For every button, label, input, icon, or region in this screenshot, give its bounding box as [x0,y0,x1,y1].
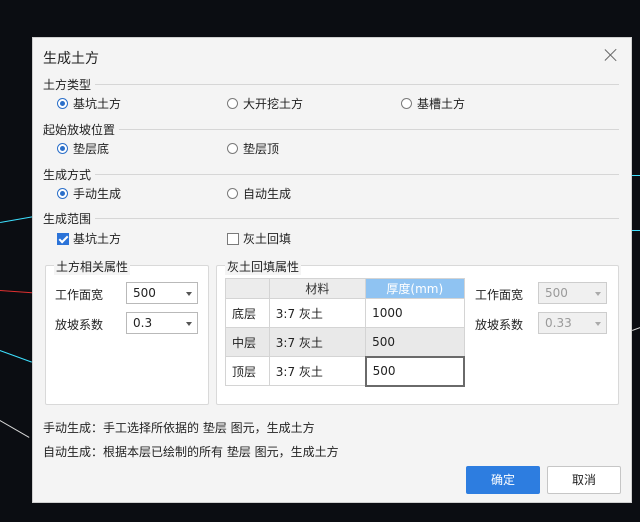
radio-cushion-bottom[interactable]: 垫层底 [57,140,109,157]
select-value: 500 [545,286,568,300]
table-header [225,278,270,299]
select-value: 0.3 [133,316,153,330]
checkbox-checked-icon [57,232,69,245]
checkbox-foundation-pit[interactable]: 基坑土方 [57,230,121,247]
radio-label: 手动生成 [73,187,122,201]
checkbox-label: 灰土回填 [243,232,292,246]
cad-line [0,216,34,223]
select-value: 0.33 [545,316,572,330]
dialog-title: 生成土方 [43,51,99,67]
radio-icon [227,188,238,199]
table-header[interactable]: 材料 [268,278,367,299]
table-row: 顶层 3:7 灰土 500 [225,355,466,387]
cad-line [632,230,640,231]
lime-slope-coef-label: 放坡系数 [475,318,524,332]
radio-label: 垫层顶 [243,142,280,156]
table-header[interactable]: 厚度(mm) [365,278,465,299]
radio-icon [401,98,412,109]
radio-open-excavation[interactable]: 大开挖土方 [227,95,303,112]
earthwork-type-label: 土方类型 [43,78,92,92]
radio-label: 基槽土方 [417,97,466,111]
generate-earthwork-dialog: 生成土方 土方类型 基坑土方 大开挖土方 基槽土方 起始放坡位置 垫层底 垫层顶… [32,37,632,503]
lime-slope-coef-select[interactable]: 0.33 [538,312,607,334]
material-cell[interactable]: 3:7 灰土 [268,327,367,357]
table-row: 底层 3:7 灰土 1000 [225,298,465,328]
chevron-down-icon [186,292,192,296]
material-cell[interactable]: 3:7 灰土 [268,356,367,386]
slope-coef-label: 放坡系数 [55,318,104,332]
cad-line [632,326,640,331]
work-width-select[interactable]: 500 [126,282,198,304]
earth-props-group: 土方相关属性 工作面宽 500 放坡系数 0.3 [45,258,209,405]
chevron-down-icon [595,292,601,296]
table-header-row: 材料 厚度(mm) [225,278,465,299]
slope-start-label: 起始放坡位置 [43,123,116,137]
lime-work-width-select[interactable]: 500 [538,282,607,304]
select-value: 500 [133,286,156,300]
divider [95,174,619,175]
group-title: 土方相关属性 [54,258,131,275]
cad-line [0,350,32,363]
checkbox-label: 基坑土方 [73,232,122,246]
radio-label: 基坑土方 [73,97,122,111]
radio-icon [227,98,238,109]
radio-foundation-pit[interactable]: 基坑土方 [57,95,121,112]
layer-cell: 底层 [225,298,270,328]
chevron-down-icon [595,322,601,326]
divider [95,218,619,219]
gen-method-label: 生成方式 [43,168,92,182]
lime-props-group: 灰土回填属性 材料 厚度(mm) 底层 3:7 灰土 1000 中层 3:7 灰… [216,258,619,405]
radio-cushion-top[interactable]: 垫层顶 [227,140,279,157]
slope-coef-select[interactable]: 0.3 [126,312,198,334]
table-row: 中层 3:7 灰土 500 [225,327,465,357]
divider [95,84,619,85]
checkbox-lime-backfill[interactable]: 灰土回填 [227,230,291,247]
radio-selected-icon [57,143,68,154]
lime-work-width-label: 工作面宽 [475,288,524,302]
radio-manual[interactable]: 手动生成 [57,185,121,202]
gen-scope-label: 生成范围 [43,212,92,226]
radio-auto[interactable]: 自动生成 [227,185,291,202]
radio-label: 自动生成 [243,187,292,201]
ok-button[interactable]: 确定 [466,466,540,494]
material-cell[interactable]: 3:7 灰土 [268,298,367,328]
lime-layer-table: 材料 厚度(mm) 底层 3:7 灰土 1000 中层 3:7 灰土 500 顶… [225,278,466,387]
cancel-button[interactable]: 取消 [547,466,621,494]
note-manual: 手动生成：手工选择所依据的 垫层 图元，生成土方 [43,421,315,435]
radio-label: 大开挖土方 [243,97,304,111]
radio-selected-icon [57,98,68,109]
chevron-down-icon [186,322,192,326]
cad-line [0,420,30,438]
radio-icon [227,143,238,154]
radio-label: 垫层底 [73,142,110,156]
note-auto: 自动生成：根据本层已绘制的所有 垫层 图元，生成土方 [43,445,339,459]
divider [119,129,619,130]
radio-selected-icon [57,188,68,199]
layer-cell: 中层 [225,327,270,357]
layer-cell: 顶层 [225,356,270,386]
group-title: 灰土回填属性 [225,258,302,275]
close-icon[interactable] [603,47,619,63]
work-width-label: 工作面宽 [55,288,104,302]
radio-trench[interactable]: 基槽土方 [401,95,465,112]
thickness-cell[interactable]: 500 [365,327,465,357]
thickness-cell[interactable]: 500 [364,355,466,387]
cad-line [632,175,640,176]
thickness-cell[interactable]: 1000 [365,298,465,328]
cad-line [0,290,34,294]
checkbox-icon [227,232,239,245]
